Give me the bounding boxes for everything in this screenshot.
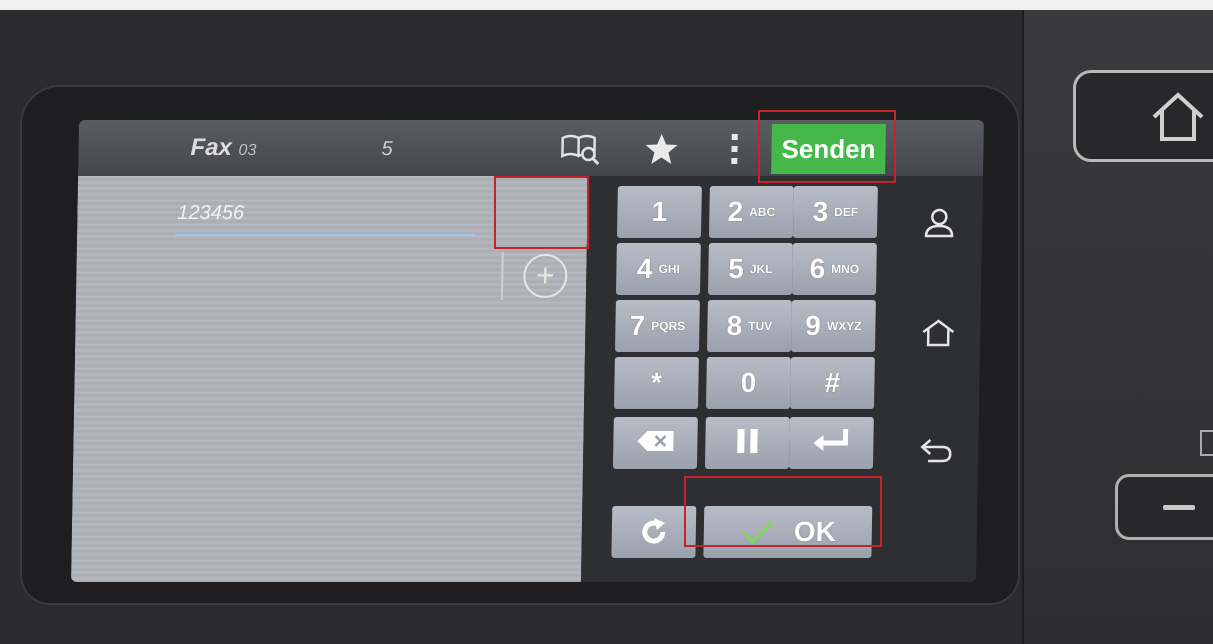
key-5[interactable]: 5 JKL bbox=[707, 243, 793, 295]
fax-number-suffix: 5 bbox=[381, 138, 393, 160]
key-digit: 1 bbox=[651, 196, 668, 227]
page-title: Fax bbox=[190, 134, 233, 161]
backspace-icon bbox=[635, 429, 676, 458]
key-digit: 3 bbox=[812, 196, 829, 227]
key-3[interactable]: 3 DEF bbox=[792, 186, 878, 238]
key-star[interactable]: * bbox=[613, 357, 699, 409]
minus-icon bbox=[1163, 505, 1195, 510]
side-nav bbox=[885, 176, 984, 582]
key-7[interactable]: 7 PQRS bbox=[614, 300, 700, 352]
hardware-key-edge bbox=[1200, 430, 1213, 456]
pause-button[interactable] bbox=[704, 417, 790, 469]
enter-button[interactable] bbox=[788, 417, 874, 469]
user-icon[interactable] bbox=[922, 206, 957, 245]
fax-number-input[interactable]: 123456 bbox=[177, 202, 244, 225]
key-digit: 4 bbox=[636, 253, 653, 284]
key-4[interactable]: 4 GHI bbox=[615, 243, 701, 295]
key-8[interactable]: 8 TUV bbox=[706, 300, 792, 352]
star-icon[interactable] bbox=[643, 132, 680, 171]
key-hash[interactable]: # bbox=[789, 357, 875, 409]
key-9[interactable]: 9 WXYZ bbox=[790, 300, 876, 352]
key-letters: PQRS bbox=[651, 319, 686, 333]
plus-circle-icon: + bbox=[535, 257, 555, 293]
back-icon[interactable] bbox=[918, 436, 955, 471]
key-letters: WXYZ bbox=[826, 319, 862, 333]
key-digit: 8 bbox=[726, 310, 743, 341]
redial-icon bbox=[642, 518, 666, 544]
enter-icon bbox=[811, 427, 852, 460]
key-letters: JKL bbox=[749, 262, 773, 276]
key-6[interactable]: 6 MNO bbox=[791, 243, 877, 295]
home-icon bbox=[1152, 92, 1204, 141]
kebab-menu-icon[interactable] bbox=[728, 132, 741, 171]
key-digit: 5 bbox=[728, 253, 745, 284]
key-digit: * bbox=[650, 367, 663, 398]
divider bbox=[500, 252, 504, 300]
key-digit: 9 bbox=[805, 310, 822, 341]
key-0[interactable]: 0 bbox=[705, 357, 791, 409]
key-digit: 2 bbox=[727, 196, 744, 227]
key-letters: DEF bbox=[834, 205, 859, 219]
key-letters: ABC bbox=[749, 205, 776, 219]
key-2[interactable]: 2 ABC bbox=[708, 186, 794, 238]
highlight-ok bbox=[684, 476, 882, 547]
key-digit: 0 bbox=[740, 367, 757, 398]
hardware-minus-button[interactable] bbox=[1115, 474, 1213, 540]
hardware-home-button[interactable] bbox=[1073, 70, 1213, 162]
pause-icon bbox=[735, 427, 760, 460]
key-digit: 6 bbox=[809, 253, 826, 284]
address-book-search-icon[interactable] bbox=[558, 130, 603, 171]
home-icon[interactable] bbox=[920, 318, 957, 353]
key-letters: GHI bbox=[658, 262, 681, 276]
add-recipient-button[interactable]: + bbox=[522, 254, 568, 298]
key-letters: TUV bbox=[748, 319, 773, 333]
highlight-add bbox=[494, 176, 589, 249]
input-underline bbox=[175, 234, 476, 236]
highlight-send bbox=[758, 110, 896, 183]
backspace-button[interactable] bbox=[612, 417, 698, 469]
fax-number-prefix: 03 bbox=[238, 142, 257, 159]
background-strip bbox=[0, 0, 1213, 10]
key-letters: MNO bbox=[831, 262, 860, 276]
key-digit: 7 bbox=[629, 310, 646, 341]
key-digit: # bbox=[824, 367, 841, 398]
key-1[interactable]: 1 bbox=[616, 186, 702, 238]
